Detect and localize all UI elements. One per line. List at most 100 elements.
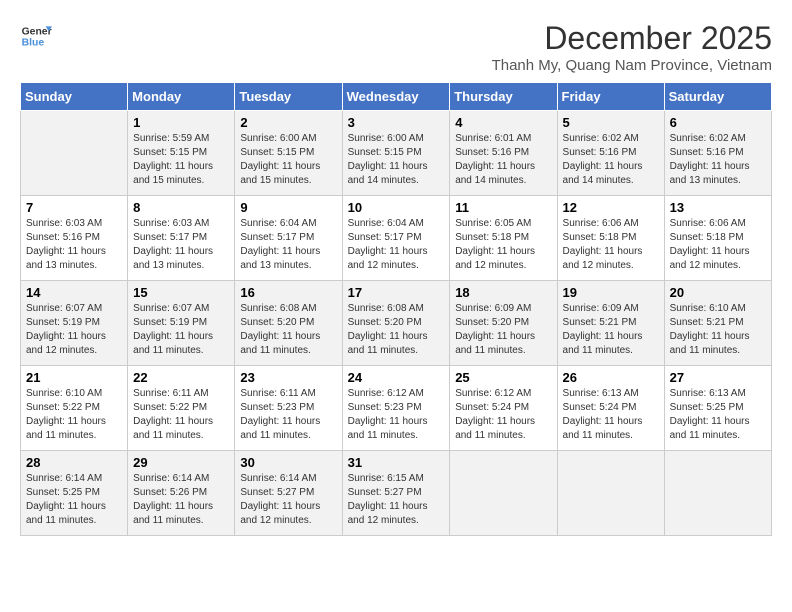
weekday-header-saturday: Saturday: [664, 83, 771, 111]
calendar-cell: 19 Sunrise: 6:09 AMSunset: 5:21 PMDayligh…: [557, 281, 664, 366]
day-info: Sunrise: 6:13 AMSunset: 5:25 PMDaylight:…: [670, 388, 750, 441]
day-info: Sunrise: 6:10 AMSunset: 5:21 PMDaylight:…: [670, 303, 750, 356]
calendar-cell: 24Sunrise: 6:12 AMSunset: 5:23 PMDayligh…: [342, 366, 450, 451]
day-info: Sunrise: 5:59 AMSunset: 5:15 PMDaylight:…: [133, 133, 213, 186]
day-info: Sunrise: 6:04 AMSunset: 5:17 PMDaylight:…: [348, 218, 428, 271]
calendar-cell: 23 Sunrise: 6:11 AMSunset: 5:23 PMDayligh…: [235, 366, 342, 451]
title-block: December 2025 Thanh My, Quang Nam Provin…: [492, 20, 772, 74]
day-number: 18: [455, 285, 551, 300]
weekday-header-wednesday: Wednesday: [342, 83, 450, 111]
calendar-cell: 2Sunrise: 6:00 AMSunset: 5:15 PMDaylight…: [235, 111, 342, 196]
day-number: 23: [240, 370, 336, 385]
day-number: 6: [670, 115, 766, 130]
day-number: 21: [26, 370, 122, 385]
calendar-cell: 18 Sunrise: 6:09 AMSunset: 5:20 PMDayligh…: [450, 281, 557, 366]
day-info: Sunrise: 6:02 AMSunset: 5:16 PMDaylight:…: [670, 133, 750, 186]
day-number: 10: [348, 200, 445, 215]
day-info: Sunrise: 6:10 AMSunset: 5:22 PMDaylight:…: [26, 388, 106, 441]
weekday-header-tuesday: Tuesday: [235, 83, 342, 111]
calendar-cell: 20 Sunrise: 6:10 AMSunset: 5:21 PMDayligh…: [664, 281, 771, 366]
day-number: 4: [455, 115, 551, 130]
day-info: Sunrise: 6:08 AMSunset: 5:20 PMDaylight:…: [240, 303, 320, 356]
day-number: 22: [133, 370, 229, 385]
calendar-cell: 17Sunrise: 6:08 AMSunset: 5:20 PMDayligh…: [342, 281, 450, 366]
calendar-cell: 26 Sunrise: 6:13 AMSunset: 5:24 PMDayligh…: [557, 366, 664, 451]
day-info: Sunrise: 6:03 AMSunset: 5:17 PMDaylight:…: [133, 218, 213, 271]
calendar-cell: 27 Sunrise: 6:13 AMSunset: 5:25 PMDayligh…: [664, 366, 771, 451]
day-number: 11: [455, 200, 551, 215]
weekday-header-monday: Monday: [128, 83, 235, 111]
day-info: Sunrise: 6:03 AMSunset: 5:16 PMDaylight:…: [26, 218, 106, 271]
day-number: 12: [563, 200, 659, 215]
calendar-week-3: 14Sunrise: 6:07 AMSunset: 5:19 PMDayligh…: [21, 281, 772, 366]
calendar-cell: [557, 451, 664, 536]
day-number: 30: [240, 455, 336, 470]
day-number: 20: [670, 285, 766, 300]
calendar-cell: 28 Sunrise: 6:14 AMSunset: 5:25 PMDayligh…: [21, 451, 128, 536]
day-number: 13: [670, 200, 766, 215]
calendar-cell: 21 Sunrise: 6:10 AMSunset: 5:22 PMDayligh…: [21, 366, 128, 451]
logo-icon: General Blue: [20, 20, 52, 52]
day-number: 25: [455, 370, 551, 385]
day-number: 17: [348, 285, 445, 300]
calendar-cell: 15 Sunrise: 6:07 AMSunset: 5:19 PMDayligh…: [128, 281, 235, 366]
month-title: December 2025: [492, 20, 772, 57]
day-info: Sunrise: 6:09 AMSunset: 5:21 PMDaylight:…: [563, 303, 643, 356]
day-number: 26: [563, 370, 659, 385]
calendar-week-5: 28 Sunrise: 6:14 AMSunset: 5:25 PMDayligh…: [21, 451, 772, 536]
day-number: 9: [240, 200, 336, 215]
calendar-cell: [21, 111, 128, 196]
calendar-cell: 25 Sunrise: 6:12 AMSunset: 5:24 PMDayligh…: [450, 366, 557, 451]
day-info: Sunrise: 6:11 AMSunset: 5:23 PMDaylight:…: [240, 388, 320, 441]
day-number: 31: [348, 455, 445, 470]
day-info: Sunrise: 6:12 AMSunset: 5:23 PMDaylight:…: [348, 388, 428, 441]
calendar-cell: 8 Sunrise: 6:03 AMSunset: 5:17 PMDaylight…: [128, 196, 235, 281]
day-info: Sunrise: 6:14 AMSunset: 5:26 PMDaylight:…: [133, 473, 213, 526]
day-info: Sunrise: 6:14 AMSunset: 5:25 PMDaylight:…: [26, 473, 106, 526]
calendar-cell: 14Sunrise: 6:07 AMSunset: 5:19 PMDayligh…: [21, 281, 128, 366]
day-info: Sunrise: 6:13 AMSunset: 5:24 PMDaylight:…: [563, 388, 643, 441]
day-info: Sunrise: 6:06 AMSunset: 5:18 PMDaylight:…: [670, 218, 750, 271]
page-header: General Blue December 2025 Thanh My, Qua…: [20, 20, 772, 74]
day-info: Sunrise: 6:15 AMSunset: 5:27 PMDaylight:…: [348, 473, 428, 526]
calendar-cell: 9 Sunrise: 6:04 AMSunset: 5:17 PMDaylight…: [235, 196, 342, 281]
calendar-cell: 12 Sunrise: 6:06 AMSunset: 5:18 PMDayligh…: [557, 196, 664, 281]
calendar-cell: 1Sunrise: 5:59 AMSunset: 5:15 PMDaylight…: [128, 111, 235, 196]
calendar-body: 1Sunrise: 5:59 AMSunset: 5:15 PMDaylight…: [21, 111, 772, 536]
day-number: 19: [563, 285, 659, 300]
calendar-cell: 10 Sunrise: 6:04 AMSunset: 5:17 PMDayligh…: [342, 196, 450, 281]
calendar-cell: 5 Sunrise: 6:02 AMSunset: 5:16 PMDaylight…: [557, 111, 664, 196]
location-subtitle: Thanh My, Quang Nam Province, Vietnam: [492, 57, 772, 74]
day-info: Sunrise: 6:07 AMSunset: 5:19 PMDaylight:…: [26, 303, 106, 356]
calendar-week-4: 21 Sunrise: 6:10 AMSunset: 5:22 PMDayligh…: [21, 366, 772, 451]
calendar-cell: 7Sunrise: 6:03 AMSunset: 5:16 PMDaylight…: [21, 196, 128, 281]
calendar-cell: 30Sunrise: 6:14 AMSunset: 5:27 PMDayligh…: [235, 451, 342, 536]
day-info: Sunrise: 6:01 AMSunset: 5:16 PMDaylight:…: [455, 133, 535, 186]
calendar-cell: 29 Sunrise: 6:14 AMSunset: 5:26 PMDayligh…: [128, 451, 235, 536]
day-info: Sunrise: 6:04 AMSunset: 5:17 PMDaylight:…: [240, 218, 320, 271]
calendar-cell: 4 Sunrise: 6:01 AMSunset: 5:16 PMDaylight…: [450, 111, 557, 196]
day-number: 3: [348, 115, 445, 130]
day-info: Sunrise: 6:06 AMSunset: 5:18 PMDaylight:…: [563, 218, 643, 271]
calendar-week-2: 7Sunrise: 6:03 AMSunset: 5:16 PMDaylight…: [21, 196, 772, 281]
day-info: Sunrise: 6:12 AMSunset: 5:24 PMDaylight:…: [455, 388, 535, 441]
day-info: Sunrise: 6:02 AMSunset: 5:16 PMDaylight:…: [563, 133, 643, 186]
calendar-week-1: 1Sunrise: 5:59 AMSunset: 5:15 PMDaylight…: [21, 111, 772, 196]
day-number: 8: [133, 200, 229, 215]
calendar-cell: 13 Sunrise: 6:06 AMSunset: 5:18 PMDayligh…: [664, 196, 771, 281]
day-number: 27: [670, 370, 766, 385]
day-number: 28: [26, 455, 122, 470]
day-number: 15: [133, 285, 229, 300]
calendar-cell: 31 Sunrise: 6:15 AMSunset: 5:27 PMDayligh…: [342, 451, 450, 536]
day-number: 16: [240, 285, 336, 300]
calendar-cell: [664, 451, 771, 536]
day-number: 2: [240, 115, 336, 130]
calendar-cell: [450, 451, 557, 536]
day-info: Sunrise: 6:09 AMSunset: 5:20 PMDaylight:…: [455, 303, 535, 356]
calendar-table: SundayMondayTuesdayWednesdayThursdayFrid…: [20, 82, 772, 536]
day-number: 29: [133, 455, 229, 470]
logo: General Blue: [20, 20, 52, 52]
weekday-header-sunday: Sunday: [21, 83, 128, 111]
day-number: 5: [563, 115, 659, 130]
day-info: Sunrise: 6:07 AMSunset: 5:19 PMDaylight:…: [133, 303, 213, 356]
